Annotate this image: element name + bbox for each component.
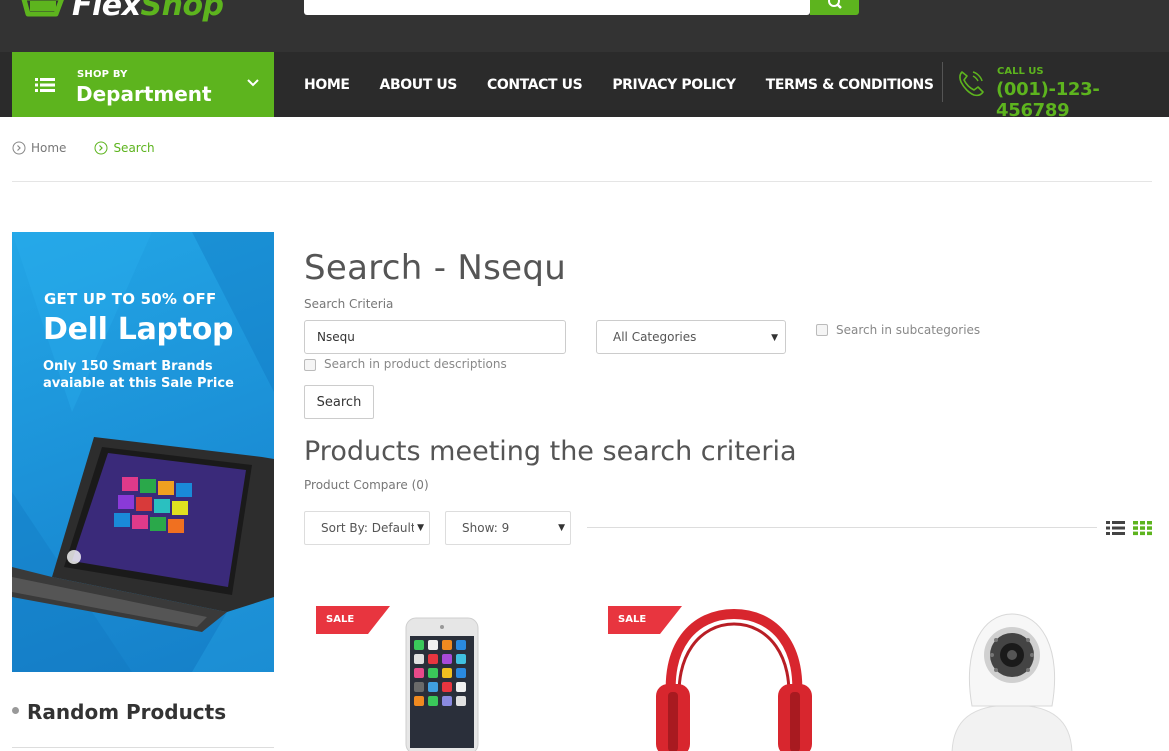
category-select[interactable]: All Categories ▼: [596, 320, 786, 354]
logo-text: FlexShop: [72, 0, 224, 23]
sort-selected-value: Sort By: Default: [321, 521, 416, 535]
banner-headline-small: GET UP TO 50% OFF: [44, 290, 217, 308]
nav-divider: [942, 62, 943, 102]
cart-icon[interactable]: [1036, 0, 1058, 6]
sale-badge: SALE: [618, 614, 647, 625]
breadcrumb: Home Search: [12, 141, 183, 155]
breadcrumb-search[interactable]: Search: [94, 141, 155, 155]
security-camera-image: [951, 613, 1073, 751]
grid-view-icon[interactable]: [1133, 520, 1152, 536]
chevron-down-icon: [247, 79, 259, 87]
nav-link-home[interactable]: HOME: [304, 77, 350, 93]
caret-down-icon: ▼: [414, 523, 424, 533]
product-compare-link[interactable]: Product Compare (0): [304, 478, 429, 492]
search-criteria-label: Search Criteria: [304, 297, 394, 311]
random-products-title: Random Products: [27, 700, 227, 724]
header-search-button[interactable]: [810, 0, 859, 15]
sort-select[interactable]: Sort By: Default ▼: [304, 511, 430, 545]
logo-cart-icon: [21, 0, 64, 17]
breadcrumb-home-label: Home: [31, 141, 67, 155]
page-title: Search - Nsequ: [304, 248, 567, 288]
banner-headline-big: Dell Laptop: [43, 312, 234, 347]
promo-banner[interactable]: GET UP TO 50% OFF Dell Laptop Only 150 S…: [12, 232, 274, 672]
chevron-circle-icon: [12, 141, 26, 155]
headphones-image: [656, 608, 812, 751]
category-selected-value: All Categories: [613, 330, 697, 344]
descriptions-checkbox[interactable]: [304, 359, 316, 371]
search-icon: [827, 0, 842, 9]
subcategories-label[interactable]: Search in subcategories: [836, 323, 980, 337]
nav-link-privacy-policy[interactable]: PRIVACY POLICY: [612, 77, 736, 93]
nav-link-contact-us[interactable]: CONTACT US: [487, 77, 583, 93]
department-label: Department: [76, 82, 212, 106]
sale-badge: SALE: [326, 614, 355, 625]
descriptions-label[interactable]: Search in product descriptions: [324, 357, 507, 371]
product-card[interactable]: SALE: [596, 600, 858, 751]
main-navbar: SHOP BY Department HOME ABOUT US CONTACT…: [0, 52, 1169, 121]
department-menu-button[interactable]: SHOP BY Department: [12, 52, 274, 117]
header-search-input[interactable]: [304, 0, 810, 15]
site-logo[interactable]: FlexShop: [12, 0, 224, 23]
laptop-image: [12, 437, 274, 632]
list-view-icon[interactable]: [1106, 520, 1125, 536]
smartphone-image: [405, 617, 479, 751]
call-us-number[interactable]: (001)-123-456789: [996, 79, 1169, 121]
subcategories-checkbox[interactable]: [816, 324, 828, 336]
products-heading: Products meeting the search criteria: [304, 436, 797, 467]
list-menu-icon: [35, 78, 55, 92]
toolbar-divider: [587, 527, 1097, 528]
banner-subtext: Only 150 Smart Brands avaiable at this S…: [43, 359, 234, 391]
bullet-icon: [12, 707, 19, 714]
top-bar: FlexShop: [0, 0, 1169, 52]
product-card[interactable]: [888, 600, 1150, 751]
department-small-label: SHOP BY: [77, 69, 128, 80]
phone-icon: [959, 71, 984, 97]
call-us-label: CALL US: [997, 66, 1044, 77]
breadcrumb-search-label: Search: [113, 141, 155, 155]
breadcrumb-divider: [12, 181, 1152, 182]
search-button[interactable]: Search: [304, 385, 374, 419]
nav-link-terms-conditions[interactable]: TERMS & CONDITIONS: [766, 77, 934, 93]
chevron-circle-icon: [94, 141, 108, 155]
search-input[interactable]: [304, 320, 566, 354]
random-products-divider: [12, 747, 274, 748]
nav-link-about-us[interactable]: ABOUT US: [380, 77, 458, 93]
show-selected-value: Show: 9: [462, 521, 510, 535]
caret-down-icon: ▼: [555, 523, 565, 533]
product-card[interactable]: SALE: [304, 600, 566, 751]
breadcrumb-home[interactable]: Home: [12, 141, 66, 155]
nav-links: HOME ABOUT US CONTACT US PRIVACY POLICY …: [304, 52, 964, 117]
caret-down-icon: ▼: [771, 333, 778, 343]
show-select[interactable]: Show: 9 ▼: [445, 511, 571, 545]
